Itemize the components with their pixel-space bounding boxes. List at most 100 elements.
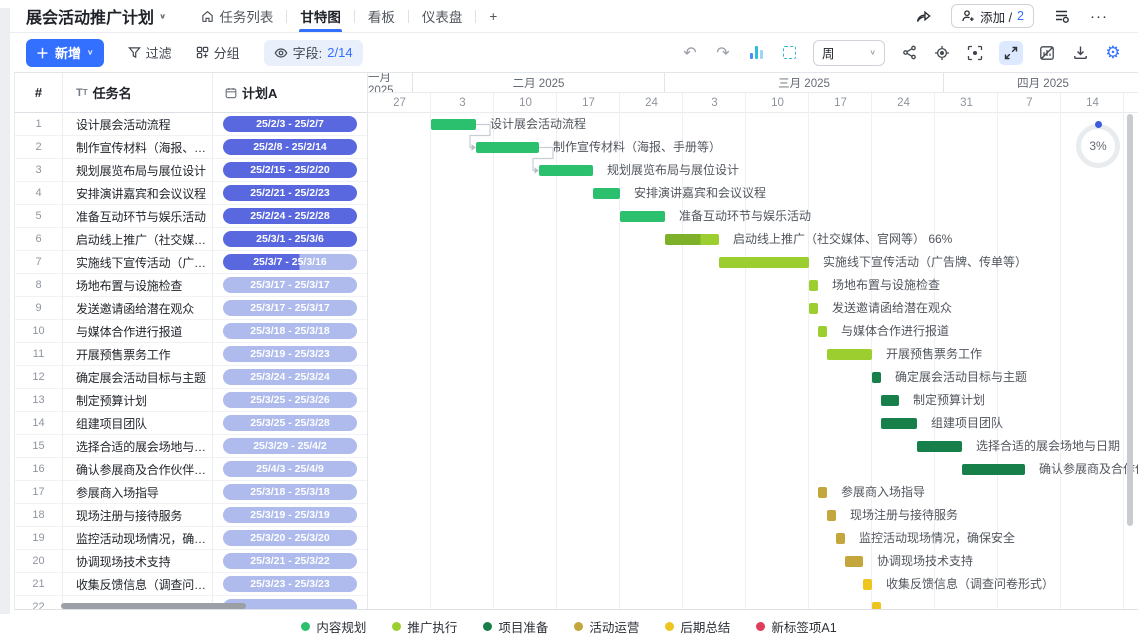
time-scale-select[interactable]: 周 ∨ — [813, 40, 885, 66]
plan-date-pill[interactable]: 25/3/1 - 25/3/6 — [223, 231, 357, 247]
gantt-bar[interactable] — [845, 556, 863, 567]
tab-dashboard[interactable]: 仪表盘 — [409, 0, 476, 32]
fields-button[interactable]: 字段: 2/14 — [264, 40, 363, 66]
tab-add-view[interactable]: + — [476, 0, 510, 32]
plan-date-pill[interactable]: 25/3/25 - 25/3/28 — [223, 415, 357, 431]
plan-date-pill[interactable]: 25/3/19 - 25/3/23 — [223, 346, 357, 362]
table-row[interactable]: 1设计展会活动流程25/2/3 - 25/2/7 — [15, 113, 368, 136]
table-row[interactable]: 5准备互动环节与娱乐活动25/2/24 - 25/2/28 — [15, 205, 368, 228]
column-task-name[interactable]: TT 任务名 — [62, 83, 212, 102]
gantt-bar[interactable] — [872, 602, 881, 609]
baseline-chart-icon[interactable] — [747, 44, 765, 62]
more-icon[interactable]: ··· — [1090, 8, 1108, 25]
plan-date-pill[interactable]: 25/2/24 - 25/2/28 — [223, 208, 357, 224]
task-name[interactable]: 协调现场技术支持 — [62, 553, 212, 570]
table-row[interactable]: 10与媒体合作进行报道25/3/18 - 25/3/18 — [15, 320, 368, 343]
undo-icon[interactable]: ↶ — [681, 44, 699, 62]
forward-share-icon[interactable] — [914, 7, 932, 25]
gantt-bar[interactable] — [476, 142, 539, 153]
table-row[interactable]: 9发送邀请函给潜在观众25/3/17 - 25/3/17 — [15, 297, 368, 320]
table-row[interactable]: 19监控活动现场情况，确保安全25/3/20 - 25/3/20 — [15, 527, 368, 550]
table-row[interactable]: 14组建项目团队25/3/25 - 25/3/28 — [15, 412, 368, 435]
redo-icon[interactable]: ↷ — [714, 44, 732, 62]
tab-gantt[interactable]: 甘特图 — [287, 0, 354, 32]
plan-date-pill[interactable]: 25/2/15 - 25/2/20 — [223, 162, 357, 178]
gantt-bar[interactable] — [872, 372, 881, 383]
gantt-bar[interactable] — [620, 211, 665, 222]
task-name[interactable]: 监控活动现场情况，确保安全 — [62, 530, 212, 547]
gantt-bar[interactable] — [881, 395, 899, 406]
column-index[interactable]: # — [15, 85, 62, 100]
plan-date-pill[interactable]: 25/3/7 - 25/3/16 — [223, 254, 357, 270]
table-row[interactable]: 12确定展会活动目标与主题25/3/24 - 25/3/24 — [15, 366, 368, 389]
task-name[interactable]: 启动线上推广（社交媒体、官网等） — [62, 231, 212, 248]
task-name[interactable]: 规划展览布局与展位设计 — [62, 162, 212, 179]
table-row[interactable]: 17参展商入场指导25/3/18 - 25/3/18 — [15, 481, 368, 504]
plan-date-pill[interactable]: 25/4/3 - 25/4/9 — [223, 461, 357, 477]
gantt-bar[interactable] — [809, 280, 818, 291]
plan-date-pill[interactable]: 25/3/29 - 25/4/2 — [223, 438, 357, 454]
gantt-bar[interactable] — [827, 510, 836, 521]
plan-date-pill[interactable]: 25/3/24 - 25/3/24 — [223, 369, 357, 385]
gantt-bar[interactable] — [962, 464, 1025, 475]
settings-gear-icon[interactable]: ⚙ — [1104, 44, 1122, 62]
gantt-bar[interactable] — [719, 257, 809, 268]
gantt-bar[interactable] — [431, 119, 476, 130]
gantt-bar[interactable] — [539, 165, 593, 176]
table-row[interactable]: 16确认参展商及合作伙伴名单25/4/3 - 25/4/9 — [15, 458, 368, 481]
gantt-bar[interactable] — [665, 234, 719, 245]
plan-date-pill[interactable]: 25/3/18 - 25/3/18 — [223, 484, 357, 500]
task-name[interactable]: 与媒体合作进行报道 — [62, 323, 212, 340]
table-row[interactable]: 7实施线下宣传活动（广告牌、传单等）25/3/7 - 25/3/16 — [15, 251, 368, 274]
task-name[interactable]: 场地布置与设施检查 — [62, 277, 212, 294]
task-name[interactable]: 安排演讲嘉宾和会议议程 — [62, 185, 212, 202]
plan-date-pill[interactable]: 25/2/21 - 25/2/23 — [223, 185, 357, 201]
plan-date-pill[interactable]: 25/2/8 - 25/2/14 — [223, 139, 357, 155]
new-task-button[interactable]: ＋ 新增 ∨ — [26, 39, 104, 67]
page-title-wrap[interactable]: 展会活动推广计划 ∨ — [26, 4, 166, 28]
tab-kanban[interactable]: 看板 — [355, 0, 408, 32]
plan-date-pill[interactable]: 25/3/20 - 25/3/20 — [223, 530, 357, 546]
table-row[interactable]: 20协调现场技术支持25/3/21 - 25/3/22 — [15, 550, 368, 573]
focus-icon[interactable] — [966, 44, 984, 62]
task-name[interactable]: 组建项目团队 — [62, 415, 212, 432]
table-gantt-divider[interactable] — [367, 73, 368, 609]
table-row[interactable]: 2制作宣传材料（海报、手册等）25/2/8 - 25/2/14 — [15, 136, 368, 159]
gantt-bar[interactable] — [881, 418, 917, 429]
table-row[interactable]: 21收集反馈信息（调查问卷形式）25/3/23 - 25/3/23 — [15, 573, 368, 596]
gantt-bar[interactable] — [836, 533, 845, 544]
hide-chart-icon[interactable] — [1038, 44, 1056, 62]
gantt-bar[interactable] — [863, 579, 872, 590]
fullscreen-icon[interactable] — [999, 41, 1023, 65]
plan-date-pill[interactable]: 25/3/19 - 25/3/19 — [223, 507, 357, 523]
share-nodes-icon[interactable] — [900, 44, 918, 62]
table-row[interactable]: 6启动线上推广（社交媒体、官网等）25/3/1 - 25/3/6 — [15, 228, 368, 251]
selection-area-icon[interactable] — [780, 44, 798, 62]
download-icon[interactable] — [1071, 44, 1089, 62]
gantt-bar[interactable] — [818, 487, 827, 498]
gantt-bar[interactable] — [827, 349, 872, 360]
locate-today-icon[interactable] — [933, 44, 951, 62]
task-name[interactable]: 开展预售票务工作 — [62, 346, 212, 363]
task-name[interactable]: 制定预算计划 — [62, 392, 212, 409]
group-button[interactable]: 分组 — [196, 43, 240, 62]
column-plan[interactable]: 计划A — [212, 83, 368, 102]
task-name[interactable]: 制作宣传材料（海报、手册等） — [62, 139, 212, 156]
add-member-button[interactable]: 添加 / 2 — [951, 4, 1034, 28]
task-name[interactable]: 确定展会活动目标与主题 — [62, 369, 212, 386]
gantt-bar[interactable] — [809, 303, 818, 314]
table-row[interactable]: 3规划展览布局与展位设计25/2/15 - 25/2/20 — [15, 159, 368, 182]
gantt-bar[interactable] — [917, 441, 962, 452]
table-row[interactable]: 15选择合适的展会场地与日期25/3/29 - 25/4/2 — [15, 435, 368, 458]
plan-date-pill[interactable]: 25/3/23 - 25/3/23 — [223, 576, 357, 592]
plan-date-pill[interactable]: 25/3/25 - 25/3/26 — [223, 392, 357, 408]
plan-date-pill[interactable]: 25/3/17 - 25/3/17 — [223, 277, 357, 293]
table-row[interactable]: 13制定预算计划25/3/25 - 25/3/26 — [15, 389, 368, 412]
task-name[interactable]: 实施线下宣传活动（广告牌、传单等） — [62, 254, 212, 271]
plan-date-pill[interactable]: 25/3/21 - 25/3/22 — [223, 553, 357, 569]
plan-date-pill[interactable]: 25/3/18 - 25/3/18 — [223, 323, 357, 339]
task-name[interactable]: 现场注册与接待服务 — [62, 507, 212, 524]
horizontal-scrollbar[interactable] — [61, 603, 246, 609]
table-row[interactable]: 8场地布置与设施检查25/3/17 - 25/3/17 — [15, 274, 368, 297]
task-name[interactable]: 收集反馈信息（调查问卷形式） — [62, 576, 212, 593]
